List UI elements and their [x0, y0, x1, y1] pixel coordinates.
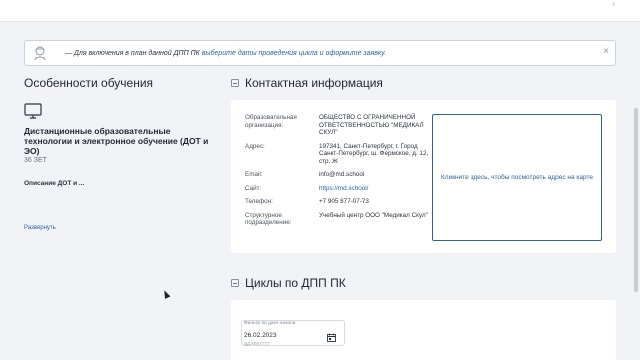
map-box[interactable]: Кликните здесь, чтобы посмотреть адрес н…: [432, 114, 602, 241]
corner-close-icon[interactable]: ×: [611, 0, 616, 9]
course-description: Описание ДОТ и ...: [24, 180, 85, 187]
contact-row-department: Структурное подразделение: Учебный центр…: [245, 212, 430, 227]
collapse-icon[interactable]: [231, 79, 239, 87]
date-filter-hint: ДД.ММ.ГГГГ: [244, 341, 270, 346]
features-title: Особенности обучения: [24, 76, 154, 90]
calendar-icon[interactable]: [327, 329, 336, 342]
contact-value: Учебный центр ООО "Медикал Скул": [319, 211, 428, 219]
course-title: Дистанционные образовательные технологии…: [24, 126, 209, 156]
collapse-icon[interactable]: [231, 279, 239, 287]
contact-value: 197341, Санкт-Петербург, г. Город Санкт-…: [319, 142, 429, 165]
close-icon[interactable]: ×: [603, 45, 609, 59]
site-link[interactable]: https://md.school/: [319, 185, 368, 193]
contact-key: Образовательная организация:: [245, 114, 297, 129]
contact-row-organization: Образовательная организация: ОБЩЕСТВО С …: [245, 114, 430, 137]
date-filter[interactable]: Фильтр по дате начала ДД.ММ.ГГГГ: [241, 320, 345, 346]
date-filter-input[interactable]: [244, 332, 324, 339]
contact-list: Образовательная организация: ОБЩЕСТВО С …: [245, 114, 430, 233]
notice-prefix: — Для включения в план данной ДПП ПК: [65, 49, 202, 57]
contact-key: Адрес:: [245, 142, 265, 150]
expand-link[interactable]: Развернуть: [24, 225, 56, 231]
notice-link[interactable]: выберите даты проведения цикла и оформит…: [202, 50, 386, 57]
notice-text: — Для включения в план данной ДПП ПК выб…: [65, 50, 386, 57]
cycles-card: Фильтр по дате начала ДД.ММ.ГГГГ: [231, 300, 616, 360]
contact-row-site: Сайт: https://md.school/: [245, 185, 430, 193]
contact-section-header[interactable]: Контактная информация: [231, 76, 383, 90]
contact-value: ОБЩЕСТВО С ОГРАНИЧЕННОЙ ОТВЕТСТВЕННОСТЬЮ…: [319, 114, 424, 136]
contact-row-address: Адрес: 197341, Санкт-Петербург, г. Город…: [245, 143, 430, 166]
contact-key: Сайт:: [245, 184, 262, 192]
notice-banner: — Для включения в план данной ДПП ПК выб…: [24, 40, 616, 66]
features-panel: Особенности обучения Дистанционные образ…: [24, 76, 214, 231]
cycles-title: Циклы по ДПП ПК: [245, 276, 346, 290]
course-credits: 36 ЗЕТ: [24, 157, 47, 164]
cycles-section-header[interactable]: Циклы по ДПП ПК: [231, 276, 346, 290]
contact-value: +7 905 877-07-73: [319, 198, 369, 205]
contact-row-phone: Телефон: +7 905 877-07-73: [245, 198, 430, 206]
contact-value: info@md.school: [319, 171, 365, 178]
contact-card: Образовательная организация: ОБЩЕСТВО С …: [231, 100, 616, 253]
monitor-icon: [24, 102, 42, 120]
contact-key: Телефон:: [245, 198, 273, 205]
mouse-cursor-icon: [161, 289, 171, 299]
contact-row-email: Email: info@md.school: [245, 171, 430, 179]
page-scrollbar[interactable]: [634, 108, 638, 292]
date-filter-label: Фильтр по дате начала: [244, 321, 296, 326]
contact-key: Email:: [245, 171, 263, 178]
map-link[interactable]: Кликните здесь, чтобы посмотреть адрес н…: [441, 174, 593, 181]
contact-title: Контактная информация: [245, 76, 383, 90]
doctor-icon: [31, 44, 49, 62]
contact-key: Структурное подразделение:: [245, 211, 292, 227]
top-bar: ×: [0, 0, 640, 22]
